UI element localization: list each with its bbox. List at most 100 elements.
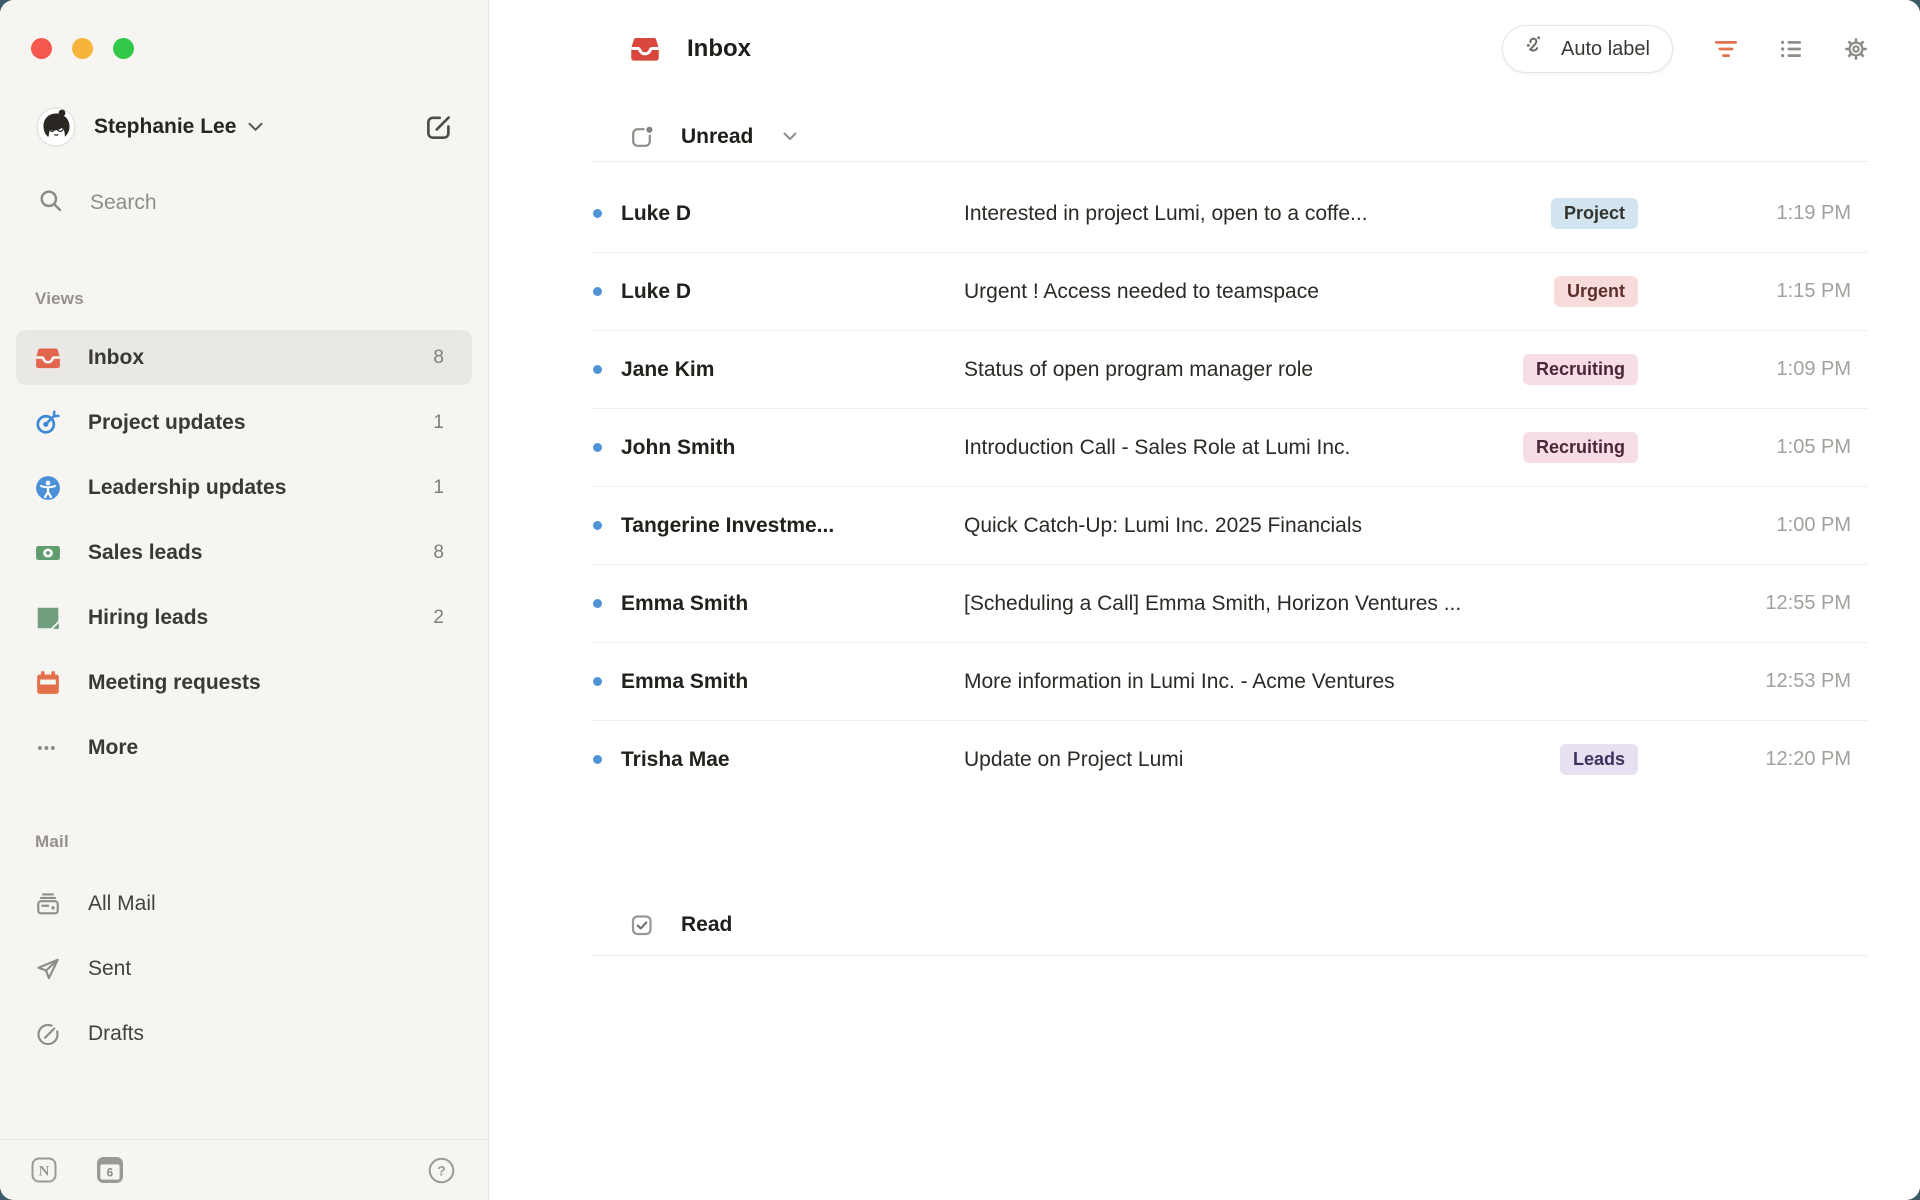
unread-dot [591,677,621,686]
email-row[interactable]: Tangerine Investme... Quick Catch-Up: Lu… [591,487,1868,565]
inbox-tray-icon [630,34,660,64]
email-subject: Introduction Call - Sales Role at Lumi I… [964,436,1503,460]
email-time: 1:15 PM [1701,280,1851,303]
unread-dot [591,287,621,296]
sticky-note-icon [35,605,61,631]
list-view-icon[interactable] [1779,37,1803,61]
sidebar-item-count: 2 [433,607,444,629]
sidebar-item-all-mail[interactable]: All Mail [16,871,472,936]
sidebar-item-count: 8 [433,347,444,369]
ellipsis-icon [35,735,61,761]
email-row[interactable]: Trisha Mae Update on Project Lumi Leads … [591,721,1868,798]
sidebar: Stephanie Lee Search Views [0,0,489,1200]
email-tag: Urgent [1554,276,1638,307]
unread-dot [591,443,621,452]
email-subject: Quick Catch-Up: Lumi Inc. 2025 Financial… [964,514,1701,538]
sidebar-item-label: Drafts [88,1022,144,1046]
calendar-icon [35,670,61,696]
email-sender: Luke D [621,280,964,304]
email-subject: Status of open program manager role [964,358,1503,382]
calendar-badge-number: 6 [107,1168,113,1180]
minimize-button[interactable] [72,38,93,59]
email-sender: Trisha Mae [621,748,964,772]
mail-nav: All Mail Sent [0,871,488,1066]
email-row[interactable]: Emma Smith [Scheduling a Call] Emma Smit… [591,565,1868,643]
email-row[interactable]: Luke D Interested in project Lumi, open … [591,175,1868,253]
read-checkbox-icon [630,913,654,937]
sidebar-item-count: 1 [433,477,444,499]
sidebar-item-label: Sales leads [88,541,202,565]
avatar [36,107,76,147]
sidebar-item-count: 8 [433,542,444,564]
sidebar-item-label: Inbox [88,346,144,370]
email-time: 1:19 PM [1701,202,1851,225]
sidebar-item-sent[interactable]: Sent [16,936,472,1001]
email-sender: John Smith [621,436,964,460]
window-controls [0,0,488,59]
sidebar-item-inbox[interactable]: Inbox 8 [16,325,472,390]
email-time: 1:09 PM [1701,358,1851,381]
account-switcher[interactable]: Stephanie Lee [0,105,488,149]
page-title: Inbox [687,35,751,63]
sidebar-item-meeting-requests[interactable]: Meeting requests [16,650,472,715]
help-icon[interactable]: ? [428,1157,455,1184]
email-sender: Emma Smith [621,670,964,694]
sidebar-item-label: Sent [88,957,131,981]
email-subject: Urgent ! Access needed to teamspace [964,280,1534,304]
close-button[interactable] [31,38,52,59]
sidebar-item-label: Leadership updates [88,476,286,500]
email-time: 12:53 PM [1701,670,1851,693]
email-row[interactable]: Luke D Urgent ! Access needed to teamspa… [591,253,1868,331]
sidebar-item-drafts[interactable]: Drafts [16,1001,472,1066]
sidebar-item-sales-leads[interactable]: Sales leads 8 [16,520,472,585]
email-subject: [Scheduling a Call] Emma Smith, Horizon … [964,592,1701,616]
sidebar-item-count: 1 [433,412,444,434]
views-nav: Inbox 8 Project updates 1 [0,325,488,780]
main-panel: Inbox Auto label [489,0,1920,1200]
auto-label-button[interactable]: Auto label [1502,25,1673,73]
sidebar-item-label: Meeting requests [88,671,261,695]
sidebar-item-more[interactable]: More [16,715,472,780]
main-header: Inbox Auto label [591,0,1868,98]
email-sender: Luke D [621,202,964,226]
app-window: Stephanie Lee Search Views [0,0,1920,1200]
chevron-down-icon [783,132,797,141]
unread-dot [591,365,621,374]
email-row[interactable]: John Smith Introduction Call - Sales Rol… [591,409,1868,487]
search-placeholder: Search [90,191,157,215]
unread-icon [630,125,654,149]
inbox-tray-icon [35,345,61,371]
sidebar-item-label: All Mail [88,892,156,916]
unread-group-title: Unread [681,125,753,149]
sidebar-item-label: Hiring leads [88,606,208,630]
email-row[interactable]: Jane Kim Status of open program manager … [591,331,1868,409]
sidebar-item-label: Project updates [88,411,246,435]
gear-icon[interactable] [1844,37,1868,61]
draft-pencil-icon [35,1021,61,1047]
email-time: 12:55 PM [1701,592,1851,615]
search-input[interactable]: Search [0,183,488,223]
email-sender: Tangerine Investme... [621,514,964,538]
notion-app-icon[interactable]: N [31,1157,57,1183]
sidebar-item-label: More [88,736,138,760]
sidebar-footer: N 6 ? [0,1139,488,1200]
banknote-icon [35,540,61,566]
unread-dot [591,755,621,764]
sidebar-item-leadership-updates[interactable]: Leadership updates 1 [16,455,472,520]
chevron-down-icon [248,122,263,132]
compose-icon[interactable] [424,112,454,142]
mail-stack-icon [35,891,61,917]
sidebar-item-project-updates[interactable]: Project updates 1 [16,390,472,455]
email-list: Luke D Interested in project Lumi, open … [591,175,1868,798]
zoom-button[interactable] [113,38,134,59]
auto-label-squiggle-icon [1525,34,1549,64]
unread-group-header[interactable]: Unread [591,98,1868,162]
views-section-header: Views [0,289,488,309]
filter-icon[interactable] [1714,37,1738,61]
email-tag: Recruiting [1523,432,1638,463]
sidebar-item-hiring-leads[interactable]: Hiring leads 2 [16,585,472,650]
read-group-header[interactable]: Read [591,894,1868,956]
calendar-app-icon[interactable]: 6 [97,1157,123,1183]
email-time: 1:00 PM [1701,514,1851,537]
email-row[interactable]: Emma Smith More information in Lumi Inc.… [591,643,1868,721]
